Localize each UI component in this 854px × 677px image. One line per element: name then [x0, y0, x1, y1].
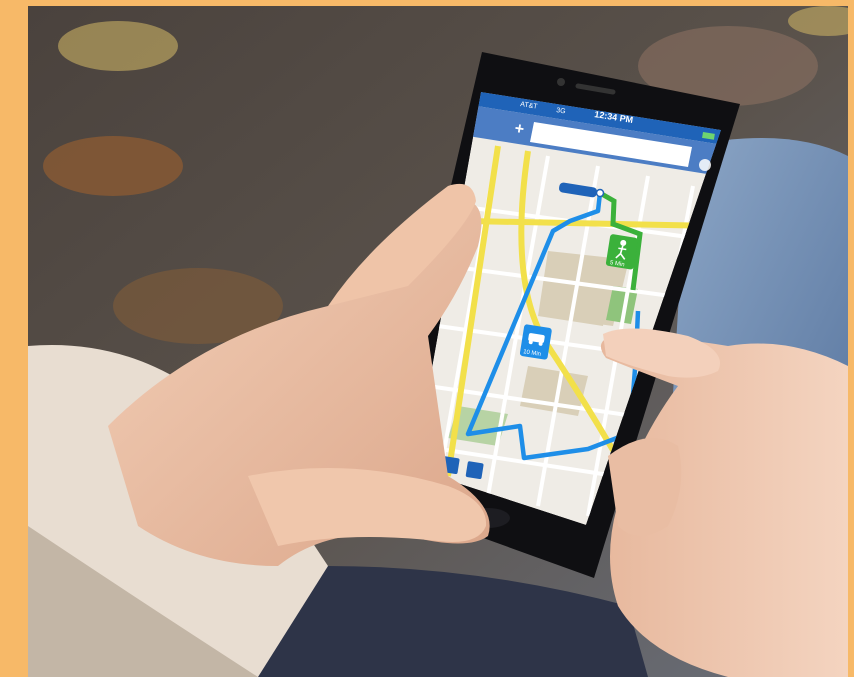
- walk-badge[interactable]: 5 Min: [605, 234, 639, 270]
- car-badge[interactable]: 10 Min: [519, 324, 553, 360]
- location-pin-icon: [595, 188, 605, 198]
- photo: AT&T 3G 12:34 PM + 5 Min 10 Min: [28, 6, 848, 677]
- leaf: [43, 136, 183, 196]
- location-button[interactable]: [699, 159, 711, 171]
- leaf: [58, 21, 178, 71]
- network-label: 3G: [556, 107, 566, 115]
- gear-icon[interactable]: [465, 461, 484, 480]
- photo-frame: AT&T 3G 12:34 PM + 5 Min 10 Min: [0, 0, 854, 677]
- scene: AT&T 3G 12:34 PM + 5 Min 10 Min: [28, 6, 848, 677]
- phone-camera: [557, 78, 565, 86]
